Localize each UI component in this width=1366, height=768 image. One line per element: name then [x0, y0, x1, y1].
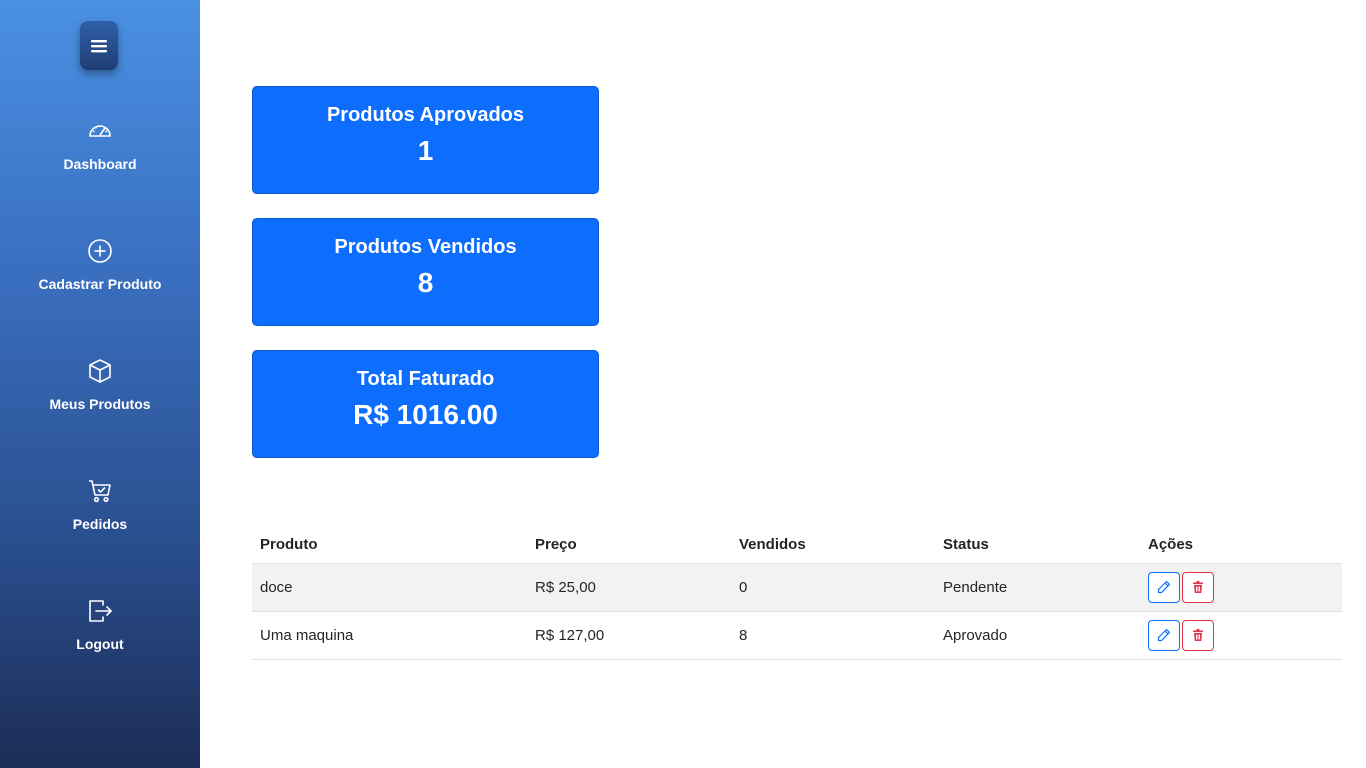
cell-status: Aprovado: [935, 611, 1140, 660]
sidebar-item-pedidos[interactable]: Pedidos: [0, 478, 200, 568]
edit-button[interactable]: [1148, 619, 1180, 651]
column-header-vendidos: Vendidos: [731, 526, 935, 564]
card-title: Total Faturado: [356, 368, 495, 390]
cell-produto: doce: [252, 563, 527, 612]
stat-card-total-faturado: Total Faturado R$ 1016.00: [252, 350, 599, 458]
stat-card-produtos-aprovados: Produtos Aprovados 1: [252, 86, 599, 194]
cell-preco: R$ 25,00: [527, 563, 731, 612]
cart-check-icon: [89, 480, 111, 503]
sidebar-item-label: Logout: [76, 636, 124, 652]
cell-acoes: [1140, 563, 1342, 612]
delete-button[interactable]: [1182, 619, 1214, 651]
table-row: doce R$ 25,00 0 Pendente: [252, 563, 1342, 612]
table-header-row: Produto Preço Vendidos Status Ações: [252, 526, 1342, 564]
speedometer-icon: [89, 125, 111, 137]
edit-button[interactable]: [1148, 571, 1180, 603]
cell-acoes: [1140, 611, 1342, 660]
sidebar-item-label: Cadastrar Produto: [38, 276, 162, 292]
cell-status: Pendente: [935, 563, 1140, 612]
box-icon: [89, 359, 111, 383]
sidebar-item-logout[interactable]: Logout: [0, 598, 200, 688]
sidebar-item-label: Meus Produtos: [49, 396, 151, 412]
sidebar-item-label: Dashboard: [63, 156, 137, 172]
column-header-acoes: Ações: [1140, 526, 1342, 564]
products-table: Produto Preço Vendidos Status Ações doce…: [252, 526, 1342, 660]
menu-toggle-button[interactable]: [80, 21, 118, 70]
card-title: Produtos Vendidos: [334, 236, 517, 258]
column-header-preco: Preço: [527, 526, 731, 564]
delete-button[interactable]: [1182, 571, 1214, 603]
column-header-produto: Produto: [252, 526, 527, 564]
sidebar-item-dashboard[interactable]: Dashboard: [0, 118, 200, 208]
cell-produto: Uma maquina: [252, 611, 527, 660]
cell-preco: R$ 127,00: [527, 611, 731, 660]
pencil-icon: [1157, 628, 1171, 642]
column-header-status: Status: [935, 526, 1140, 564]
sidebar-item-meus-produtos[interactable]: Meus Produtos: [0, 358, 200, 448]
pencil-icon: [1157, 580, 1171, 594]
table-row: Uma maquina R$ 127,00 8 Aprovado: [252, 611, 1342, 660]
trash-icon: [1193, 581, 1203, 593]
plus-circle-icon: [88, 239, 112, 263]
hamburger-menu-icon: [91, 39, 107, 52]
card-title: Produtos Aprovados: [326, 104, 525, 126]
logout-icon: [89, 600, 112, 622]
sidebar-item-cadastrar-produto[interactable]: Cadastrar Produto: [0, 238, 200, 328]
cell-vendidos: 8: [731, 611, 935, 660]
stat-card-produtos-vendidos: Produtos Vendidos 8: [252, 218, 599, 326]
trash-icon: [1193, 629, 1203, 641]
sidebar-item-label: Pedidos: [72, 516, 128, 532]
sidebar: Dashboard Cadastrar Produto Meus Produto…: [0, 0, 200, 768]
cell-vendidos: 0: [731, 563, 935, 612]
card-value: R$ 1016.00: [353, 399, 498, 430]
card-value: 8: [417, 267, 434, 298]
card-value: 1: [417, 135, 434, 166]
